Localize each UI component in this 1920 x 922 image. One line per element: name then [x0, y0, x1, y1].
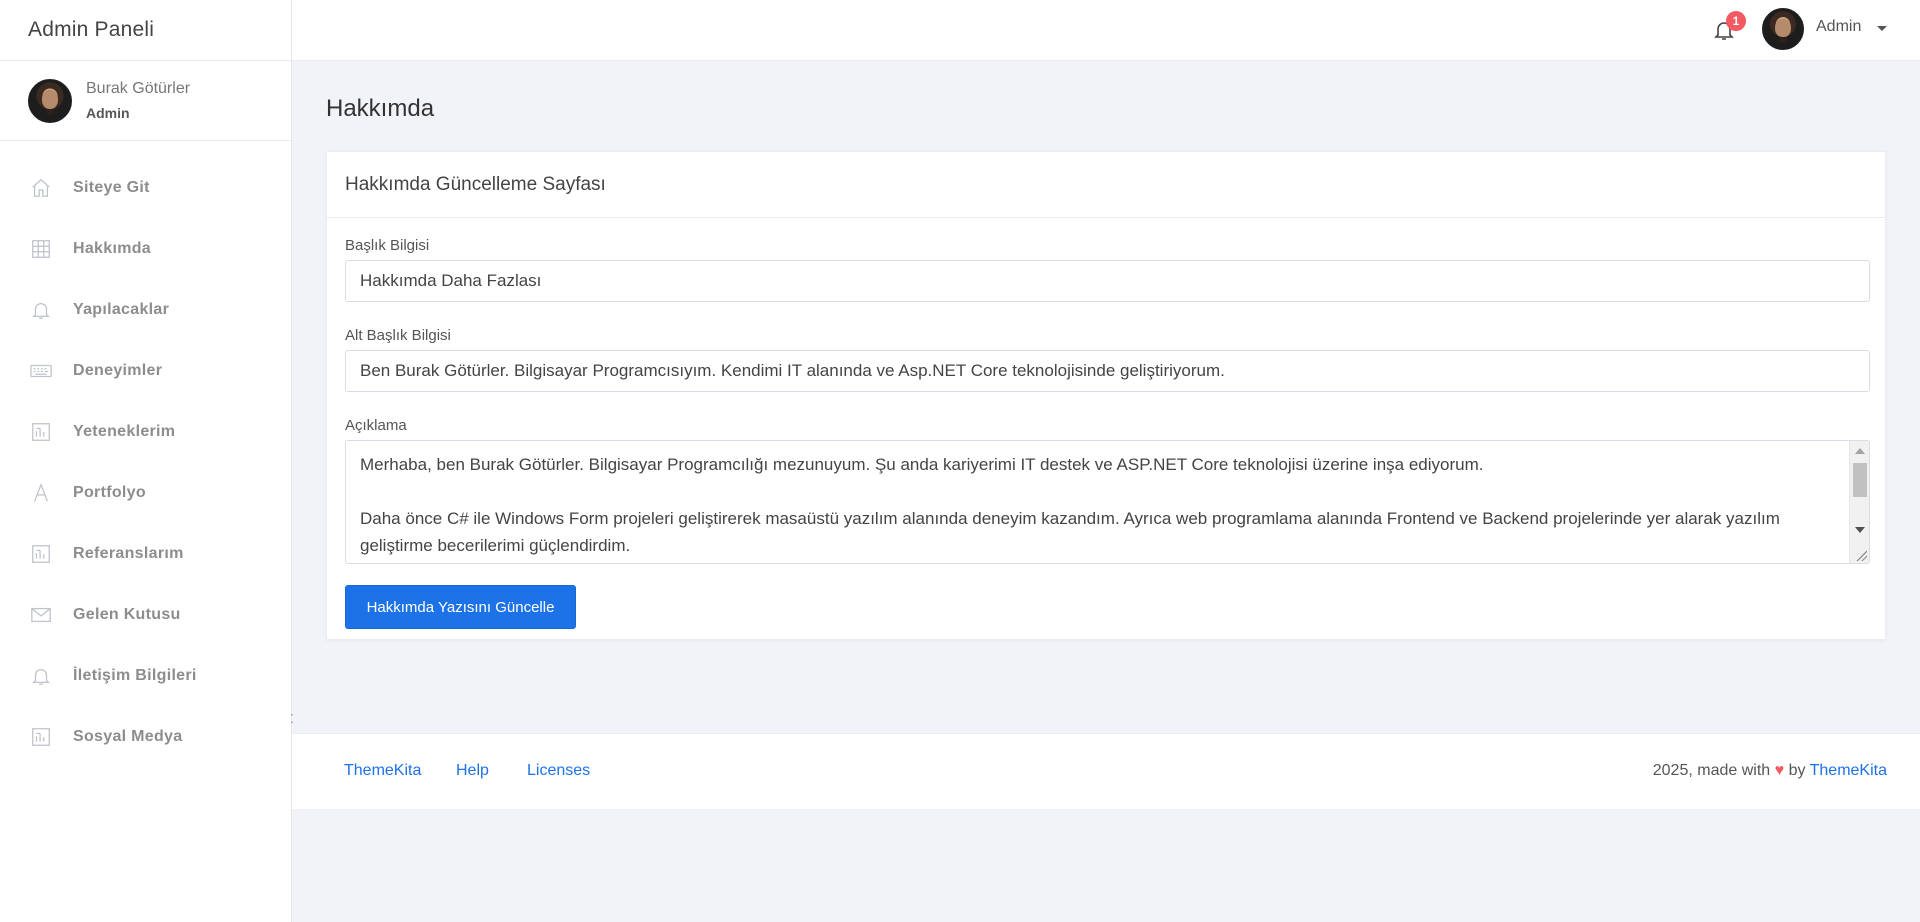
copyright: 2025, made with ♥ by ThemeKita	[1653, 762, 1887, 780]
footer-link-licenses[interactable]: Licenses	[527, 762, 590, 780]
subtitle-form-group: Alt Başlık Bilgisi Ben Burak Götürler. B…	[345, 327, 1870, 392]
envelope-icon	[29, 603, 53, 627]
chart-box-icon	[29, 725, 53, 749]
sidebar-item-label: Hakkımda	[73, 239, 151, 257]
description-label: Açıklama	[345, 417, 407, 434]
sidebar-item-portfolyo[interactable]: Portfolyo	[0, 462, 291, 523]
subtitle-input-value: Ben Burak Götürler. Bilgisayar Programcı…	[360, 361, 1225, 380]
sidebar-nav: Siteye Git Hakkımda Yapılacaklar Deneyim…	[0, 141, 291, 767]
copyright-brand-link[interactable]: ThemeKita	[1810, 762, 1887, 779]
update-about-button[interactable]: Hakkımda Yazısını Güncelle	[345, 585, 576, 629]
description-textarea[interactable]: Merhaba, ben Burak Götürler. Bilgisayar …	[345, 440, 1870, 564]
sidebar-item-yapilacaklar[interactable]: Yapılacaklar	[0, 279, 291, 340]
sidebar-item-label: Gelen Kutusu	[73, 605, 181, 623]
title-input-value: Hakkımda Daha Fazlası	[360, 271, 542, 290]
avatar	[28, 78, 72, 123]
sidebar-item-hakkimda[interactable]: Hakkımda	[0, 218, 291, 279]
card-title: Hakkımda Güncelleme Sayfası	[327, 152, 1885, 218]
keyboard-icon	[29, 359, 53, 383]
sidebar-item-yeteneklerim[interactable]: Yeteneklerim	[0, 401, 291, 462]
sidebar-item-gelen-kutusu[interactable]: Gelen Kutusu	[0, 584, 291, 645]
letter-a-icon	[29, 481, 53, 505]
sidebar-item-label: Referanslarım	[73, 544, 184, 562]
heart-icon: ♥	[1774, 762, 1785, 779]
textarea-scrollbar[interactable]	[1849, 441, 1869, 563]
sidebar: Admin Paneli Burak Götürler Admin Siteye…	[0, 0, 292, 922]
home-icon	[29, 176, 53, 200]
chevron-down-icon[interactable]	[1877, 26, 1887, 31]
description-paragraph: Merhaba, ben Burak Götürler. Bilgisayar …	[360, 455, 1484, 474]
title-form-group: Başlık Bilgisi Hakkımda Daha Fazlası	[345, 237, 1870, 302]
sidebar-item-label: İletişim Bilgileri	[73, 666, 197, 684]
sidebar-brand[interactable]: Admin Paneli	[0, 0, 291, 61]
sidebar-item-label: Yapılacaklar	[73, 300, 170, 318]
page-title: Hakkımda	[326, 95, 435, 122]
title-label: Başlık Bilgisi	[345, 237, 430, 254]
resize-handle-icon[interactable]	[1855, 549, 1867, 561]
chart-box-icon	[29, 420, 53, 444]
copyright-prefix: 2025, made with	[1652, 762, 1771, 779]
sidebar-item-siteye-git[interactable]: Siteye Git	[0, 157, 291, 218]
title-input[interactable]: Hakkımda Daha Fazlası	[345, 260, 1870, 302]
sidebar-item-deneyimler[interactable]: Deneyimler	[0, 340, 291, 401]
description-paragraph: Daha önce C# ile Windows Form projeleri …	[360, 509, 1780, 555]
sidebar-item-label: Sosyal Medya	[73, 727, 183, 745]
bell-icon	[29, 664, 53, 688]
sidebar-user-role: Admin	[86, 105, 130, 121]
avatar[interactable]	[1762, 8, 1804, 50]
chart-box-icon	[29, 542, 53, 566]
footer: ThemeKita Help Licenses 2025, made with …	[292, 733, 1920, 809]
description-form-group: Açıklama Merhaba, ben Burak Götürler. Bi…	[345, 417, 1870, 564]
scroll-up-arrow-icon[interactable]	[1855, 448, 1865, 454]
topbar: 1 Admin	[292, 0, 1920, 61]
footer-link-themekita[interactable]: ThemeKita	[344, 762, 421, 780]
sidebar-item-sosyal-medya[interactable]: Sosyal Medya	[0, 706, 291, 767]
about-update-card: Hakkımda Güncelleme Sayfası Başlık Bilgi…	[326, 151, 1886, 640]
sidebar-user-name: Burak Götürler	[86, 80, 191, 97]
scrollbar-thumb[interactable]	[1853, 463, 1867, 497]
sidebar-item-label: Portfolyo	[73, 483, 146, 501]
sidebar-user-panel[interactable]: Burak Götürler Admin	[0, 61, 291, 141]
sidebar-toggle-handle[interactable]: ⁚	[290, 712, 294, 726]
sidebar-item-label: Yeteneklerim	[73, 422, 176, 440]
sidebar-item-label: Deneyimler	[73, 361, 163, 379]
scroll-down-arrow-icon[interactable]	[1855, 527, 1865, 533]
bell-icon	[29, 298, 53, 322]
footer-link-help[interactable]: Help	[456, 762, 489, 780]
sidebar-item-iletisim-bilgileri[interactable]: İletişim Bilgileri	[0, 645, 291, 706]
copyright-by: by	[1788, 762, 1806, 779]
subtitle-label: Alt Başlık Bilgisi	[345, 327, 451, 344]
sidebar-item-label: Siteye Git	[73, 178, 150, 196]
topbar-user-name[interactable]: Admin	[1816, 18, 1861, 36]
notification-badge: 1	[1726, 11, 1746, 31]
notification-button[interactable]: 1	[1712, 11, 1746, 44]
subtitle-input[interactable]: Ben Burak Götürler. Bilgisayar Programcı…	[345, 350, 1870, 392]
grid-icon	[29, 237, 53, 261]
sidebar-item-referanslarim[interactable]: Referanslarım	[0, 523, 291, 584]
